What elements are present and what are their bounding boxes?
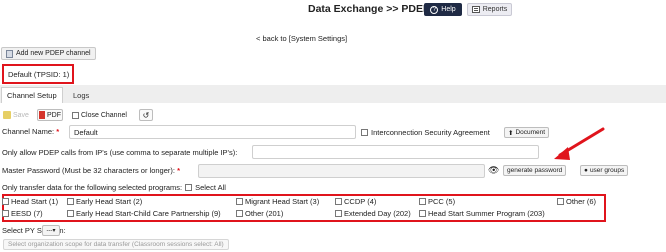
organization-scope-button[interactable]: Select organization scope for data trans…: [3, 239, 229, 250]
eye-icon[interactable]: 👁: [488, 165, 499, 176]
add-channel-label: Add new PDEP channel: [16, 50, 91, 57]
program-label: Other (201): [245, 209, 284, 218]
document-icon: [6, 49, 13, 58]
checkbox-box[interactable]: [419, 198, 426, 205]
pdf-button[interactable]: PDF: [37, 109, 63, 121]
program-label: PCC (5): [428, 197, 456, 206]
required-mark: *: [174, 166, 180, 175]
close-channel-label: Close Channel: [81, 111, 127, 119]
program-label: EESD (7): [11, 209, 43, 218]
program-checkbox[interactable]: CCDP (4): [335, 197, 376, 206]
channel-name-label: Channel Name: *: [2, 127, 59, 136]
user-groups-label: user groups: [589, 167, 625, 174]
program-label: Early Head Start (2): [76, 197, 143, 206]
help-button-label: Help: [441, 6, 456, 13]
back-link-label: back to [System Settings]: [262, 34, 348, 43]
select-all-checkbox[interactable]: [185, 184, 193, 191]
channel-name-label-text: Channel Name:: [2, 127, 55, 136]
channel-name-input[interactable]: Default: [69, 125, 356, 139]
user-groups-button[interactable]: ● user groups: [580, 165, 629, 176]
ip-input[interactable]: [252, 145, 539, 159]
question-circle-icon: ?: [430, 5, 439, 14]
reports-button-label: Reports: [482, 6, 508, 13]
generate-password-button[interactable]: generate password: [503, 165, 567, 176]
arrow-annotation-icon: [554, 127, 605, 160]
program-checkbox[interactable]: Extended Day (202): [335, 209, 411, 218]
program-label: Head Start Summer Program (203): [428, 209, 545, 218]
program-checkbox[interactable]: Early Head Start (2): [67, 197, 142, 206]
programs-header: Only transfer data for the following sel…: [2, 183, 226, 192]
document-button-label: Document: [515, 129, 546, 136]
back-link[interactable]: < back to [System Settings]: [256, 34, 347, 43]
user-group-icon: ●: [584, 167, 588, 174]
program-checkbox[interactable]: Head Start (1): [2, 197, 58, 206]
select-all-label: Select All: [195, 183, 226, 192]
save-button[interactable]: Save: [3, 109, 29, 121]
pdf-button-label: PDF: [47, 111, 61, 119]
program-checkbox[interactable]: PCC (5): [419, 197, 455, 206]
required-mark: *: [54, 127, 60, 136]
program-label: Migrant Head Start (3): [245, 197, 320, 206]
ip-label: Only allow PDEP calls from IP's (use com…: [2, 148, 238, 157]
program-label: Early Head Start-Child Care Partnership …: [76, 209, 221, 218]
upload-icon: ⬆: [508, 129, 514, 137]
channel-selector-label: Default (TPSID: 1): [8, 69, 70, 79]
checkbox-box[interactable]: [236, 210, 243, 217]
checkbox-box[interactable]: [236, 198, 243, 205]
document-button[interactable]: ⬆ Document: [504, 127, 550, 138]
password-label-text: Master Password (Must be 32 characters o…: [2, 166, 175, 175]
help-button[interactable]: ? Help: [424, 3, 462, 16]
program-label: CCDP (4): [344, 197, 377, 206]
program-checkbox[interactable]: Early Head Start-Child Care Partnership …: [67, 209, 221, 218]
pdf-icon: [39, 111, 45, 119]
tab-logs[interactable]: Logs: [68, 87, 94, 103]
checkbox-box[interactable]: [2, 198, 9, 205]
programs-label: Only transfer data for the following sel…: [2, 183, 183, 192]
history-button[interactable]: ↺: [139, 109, 153, 121]
checkbox-box[interactable]: [419, 210, 426, 217]
program-label: Other (6): [566, 197, 597, 206]
reports-icon: [471, 6, 480, 13]
password-input[interactable]: [198, 164, 485, 178]
close-channel-box[interactable]: [72, 111, 79, 119]
program-label: Extended Day (202): [344, 209, 411, 218]
checkbox-box[interactable]: [67, 198, 74, 205]
close-channel-checkbox[interactable]: Close Channel: [72, 109, 127, 121]
checkbox-box[interactable]: [557, 198, 564, 205]
password-label: Master Password (Must be 32 characters o…: [2, 166, 180, 175]
history-icon: ↺: [142, 110, 150, 120]
program-checkbox[interactable]: Other (6): [557, 197, 596, 206]
checkbox-box[interactable]: [67, 210, 74, 217]
checkbox-box[interactable]: [335, 210, 342, 217]
checkbox-box[interactable]: [2, 210, 9, 217]
page-title: Data Exchange >> PDEP: [308, 3, 430, 15]
reports-button[interactable]: Reports: [467, 3, 512, 16]
tab-bar: [0, 85, 666, 103]
interconnection-box[interactable]: [361, 129, 368, 136]
tab-channel-setup[interactable]: Channel Setup: [1, 87, 63, 103]
program-checkbox[interactable]: Migrant Head Start (3): [236, 197, 319, 206]
save-icon: [3, 111, 11, 119]
channel-selector[interactable]: Default (TPSID: 1): [2, 64, 74, 84]
checkbox-box[interactable]: [335, 198, 342, 205]
program-label: Head Start (1): [11, 197, 59, 206]
chevron-left-icon: <: [256, 34, 261, 43]
interconnection-checkbox[interactable]: Interconnection Security Agreement: [361, 128, 490, 137]
program-checkbox[interactable]: EESD (7): [2, 209, 43, 218]
py-session-select[interactable]: --- ▾: [42, 225, 60, 236]
add-channel-button[interactable]: Add new PDEP channel: [1, 47, 96, 60]
program-checkbox[interactable]: Head Start Summer Program (203): [419, 209, 545, 218]
program-checkbox[interactable]: Other (201): [236, 209, 283, 218]
save-button-label: Save: [13, 111, 29, 119]
caret-down-icon: ▾: [52, 228, 56, 234]
interconnection-label: Interconnection Security Agreement: [371, 128, 490, 137]
